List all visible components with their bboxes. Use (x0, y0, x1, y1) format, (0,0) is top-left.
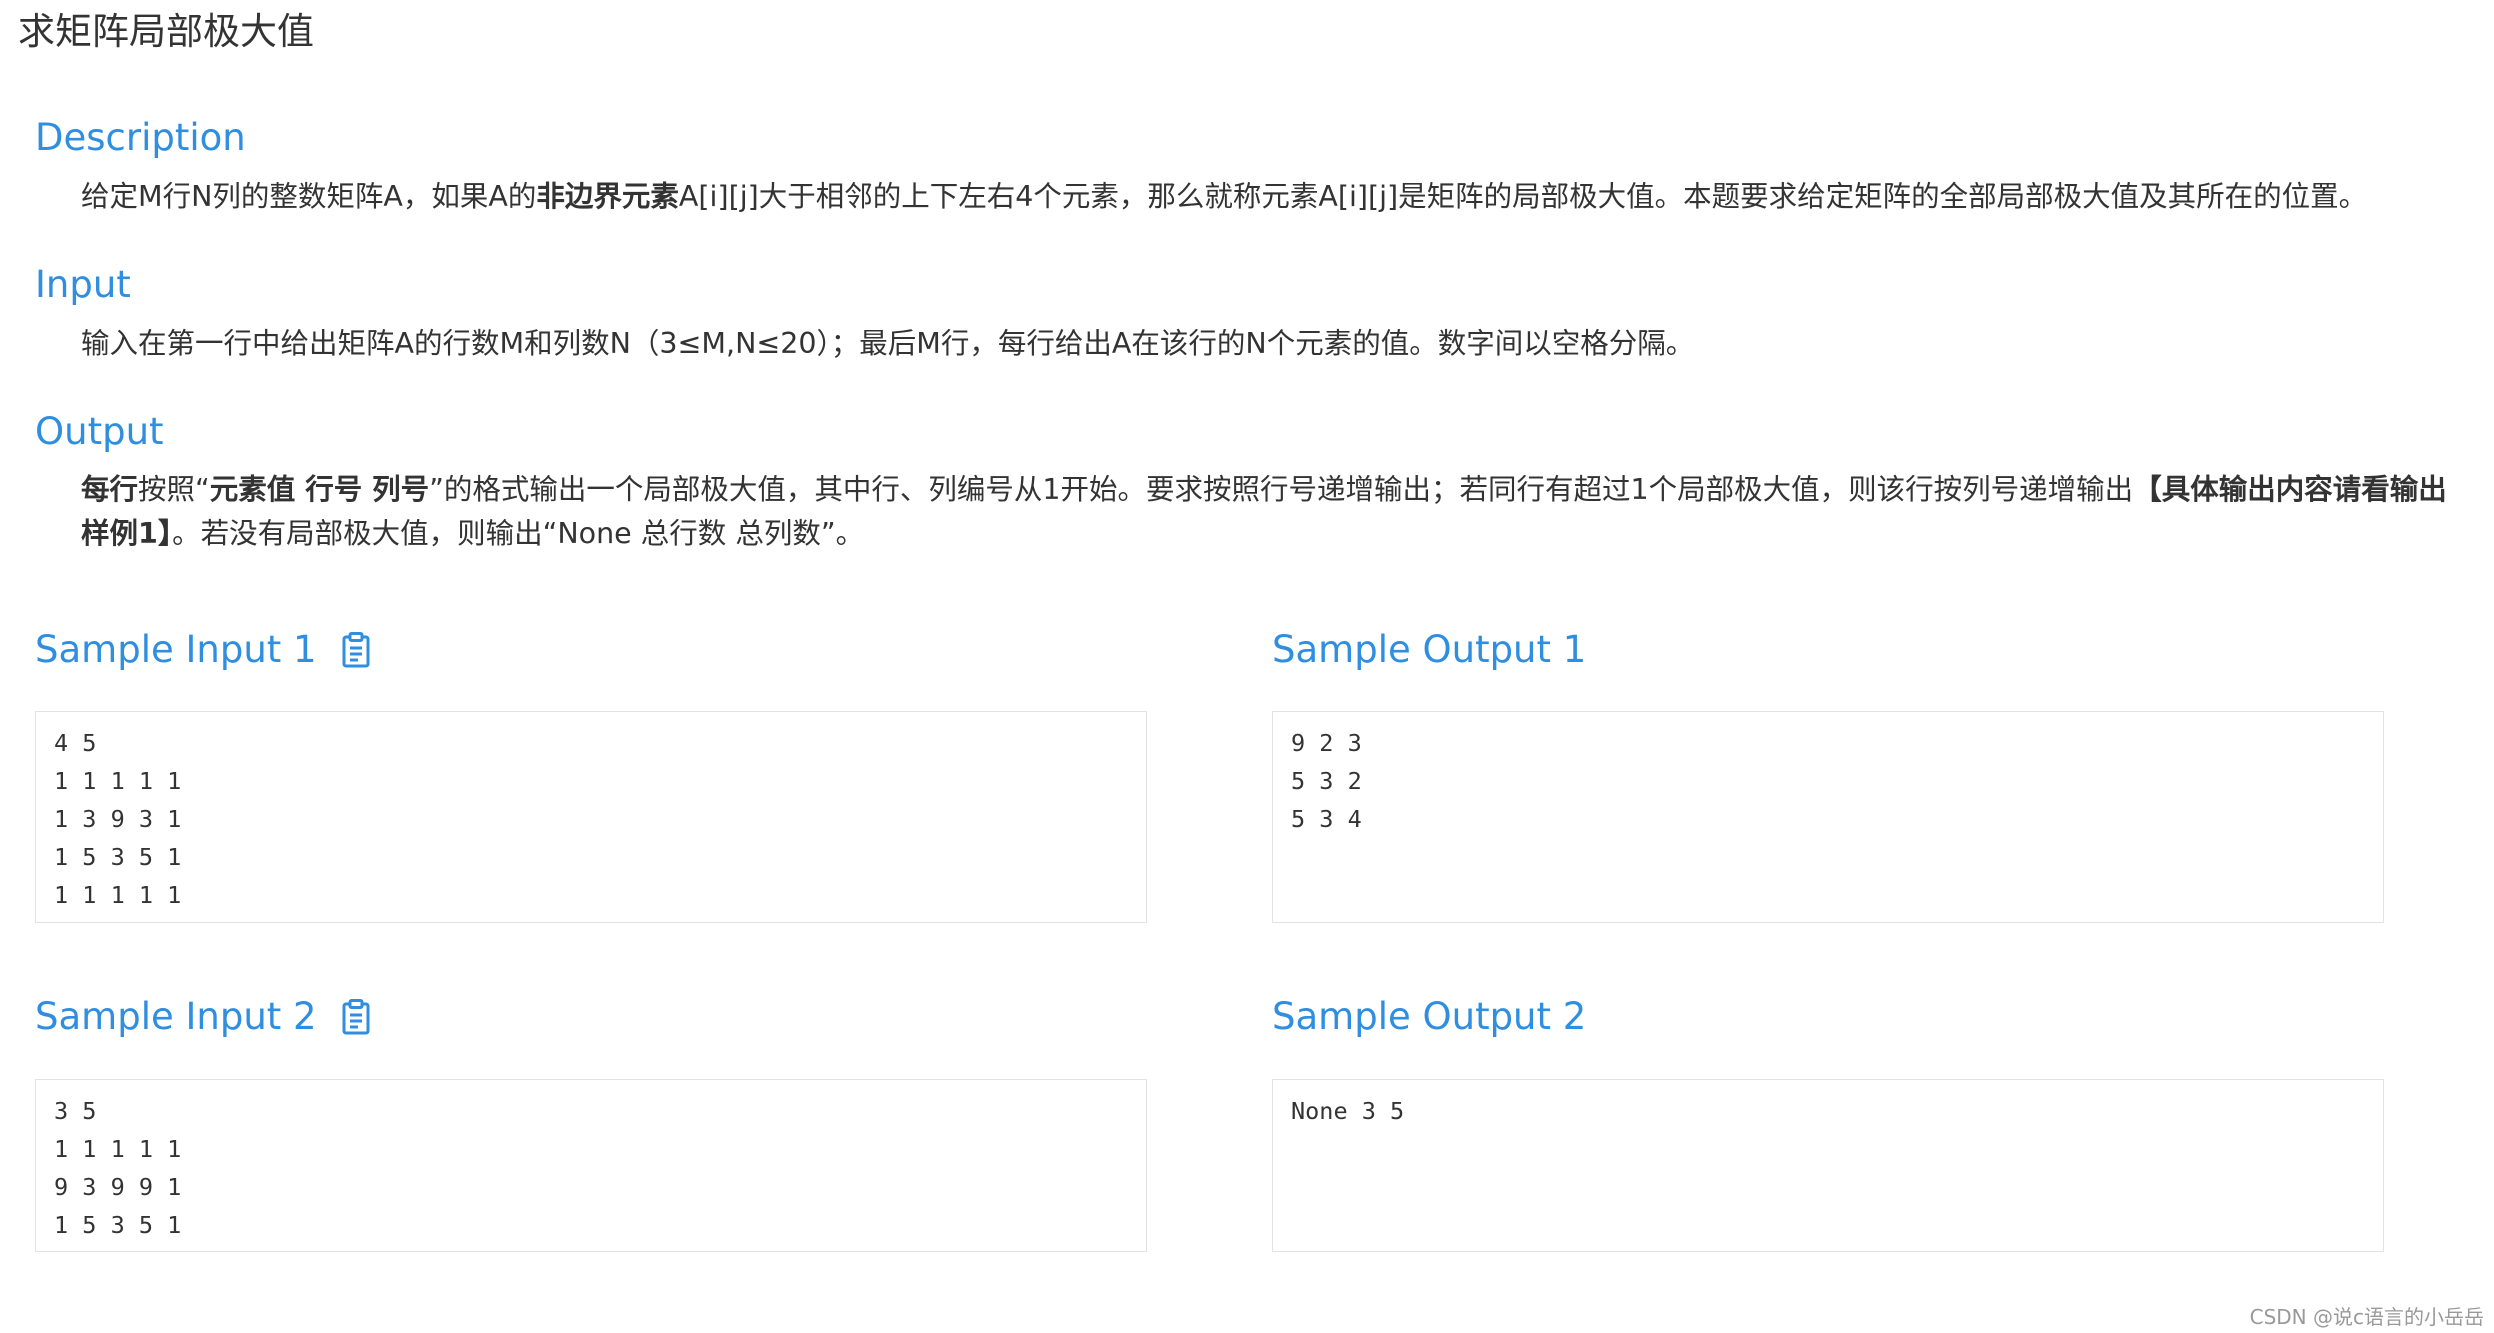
sample-input-2-title: Sample Input 2 (35, 995, 317, 1038)
output-text-part-3: 。若没有局部极大值，则输出“None 总行数 总列数”。 (172, 517, 865, 550)
page-title: 求矩阵局部极大值 (18, 10, 314, 53)
sample-output-2-heading: Sample Output 2 (1272, 995, 1586, 1039)
output-text-part-1: 按照“ (138, 473, 210, 506)
sample-output-2-content: None 3 5 (1291, 1097, 1405, 1125)
sample-output-1-content: 9 2 3 5 3 2 5 3 4 (1291, 729, 1362, 833)
output-bold-each-line: 每行 (81, 473, 139, 506)
sample-output-2-title: Sample Output 2 (1272, 995, 1587, 1038)
output-text: 每行按照“元素值 行号 列号”的格式输出一个局部极大值，其中行、列编号从1开始。… (81, 468, 2471, 556)
sample-input-1-box[interactable]: 4 5 1 1 1 1 1 1 3 9 3 1 1 5 3 5 1 1 1 1 … (35, 711, 1147, 923)
clipboard-icon[interactable] (341, 632, 371, 668)
sample-input-1-content: 4 5 1 1 1 1 1 1 3 9 3 1 1 5 3 5 1 1 1 1 … (54, 729, 182, 909)
sample-output-1-title: Sample Output 1 (1272, 628, 1587, 671)
sample-input-2-content: 3 5 1 1 1 1 1 9 3 9 9 1 1 5 3 5 1 (54, 1097, 182, 1239)
description-text-part-1: 给定M行N列的整数矩阵A，如果A的 (81, 180, 537, 213)
output-text-part-2: ”的格式输出一个局部极大值，其中行、列编号从1开始。要求按照行号递增输出；若同行… (429, 473, 2134, 506)
description-heading: Description (35, 116, 246, 159)
output-bold-format: 元素值 行号 列号 (209, 473, 430, 506)
sample-input-2-heading: Sample Input 2 (35, 995, 371, 1039)
input-text: 输入在第一行中给出矩阵A的行数M和列数N（3≤M,N≤20）；最后M行，每行给出… (81, 327, 1695, 360)
sample-output-1-box[interactable]: 9 2 3 5 3 2 5 3 4 (1272, 711, 2384, 923)
sample-output-2-box[interactable]: None 3 5 (1272, 1079, 2384, 1252)
sample-output-1-heading: Sample Output 1 (1272, 628, 1586, 672)
input-heading: Input (35, 263, 131, 306)
sample-input-2-box[interactable]: 3 5 1 1 1 1 1 9 3 9 9 1 1 5 3 5 1 (35, 1079, 1147, 1252)
description-text: 给定M行N列的整数矩阵A，如果A的非边界元素A[i][j]大于相邻的上下左右4个… (81, 175, 2471, 219)
clipboard-icon[interactable] (341, 999, 371, 1035)
description-bold-non-boundary: 非边界元素 (536, 180, 679, 213)
output-heading: Output (35, 410, 164, 453)
sample-input-1-heading: Sample Input 1 (35, 628, 371, 672)
sample-input-1-title: Sample Input 1 (35, 628, 317, 671)
description-text-part-2: A[i][j]大于相邻的上下左右4个元素，那么就称元素A[i][j]是矩阵的局部… (678, 180, 2368, 213)
csdn-watermark: CSDN @说c语言的小岳岳 (2249, 1305, 2484, 1329)
